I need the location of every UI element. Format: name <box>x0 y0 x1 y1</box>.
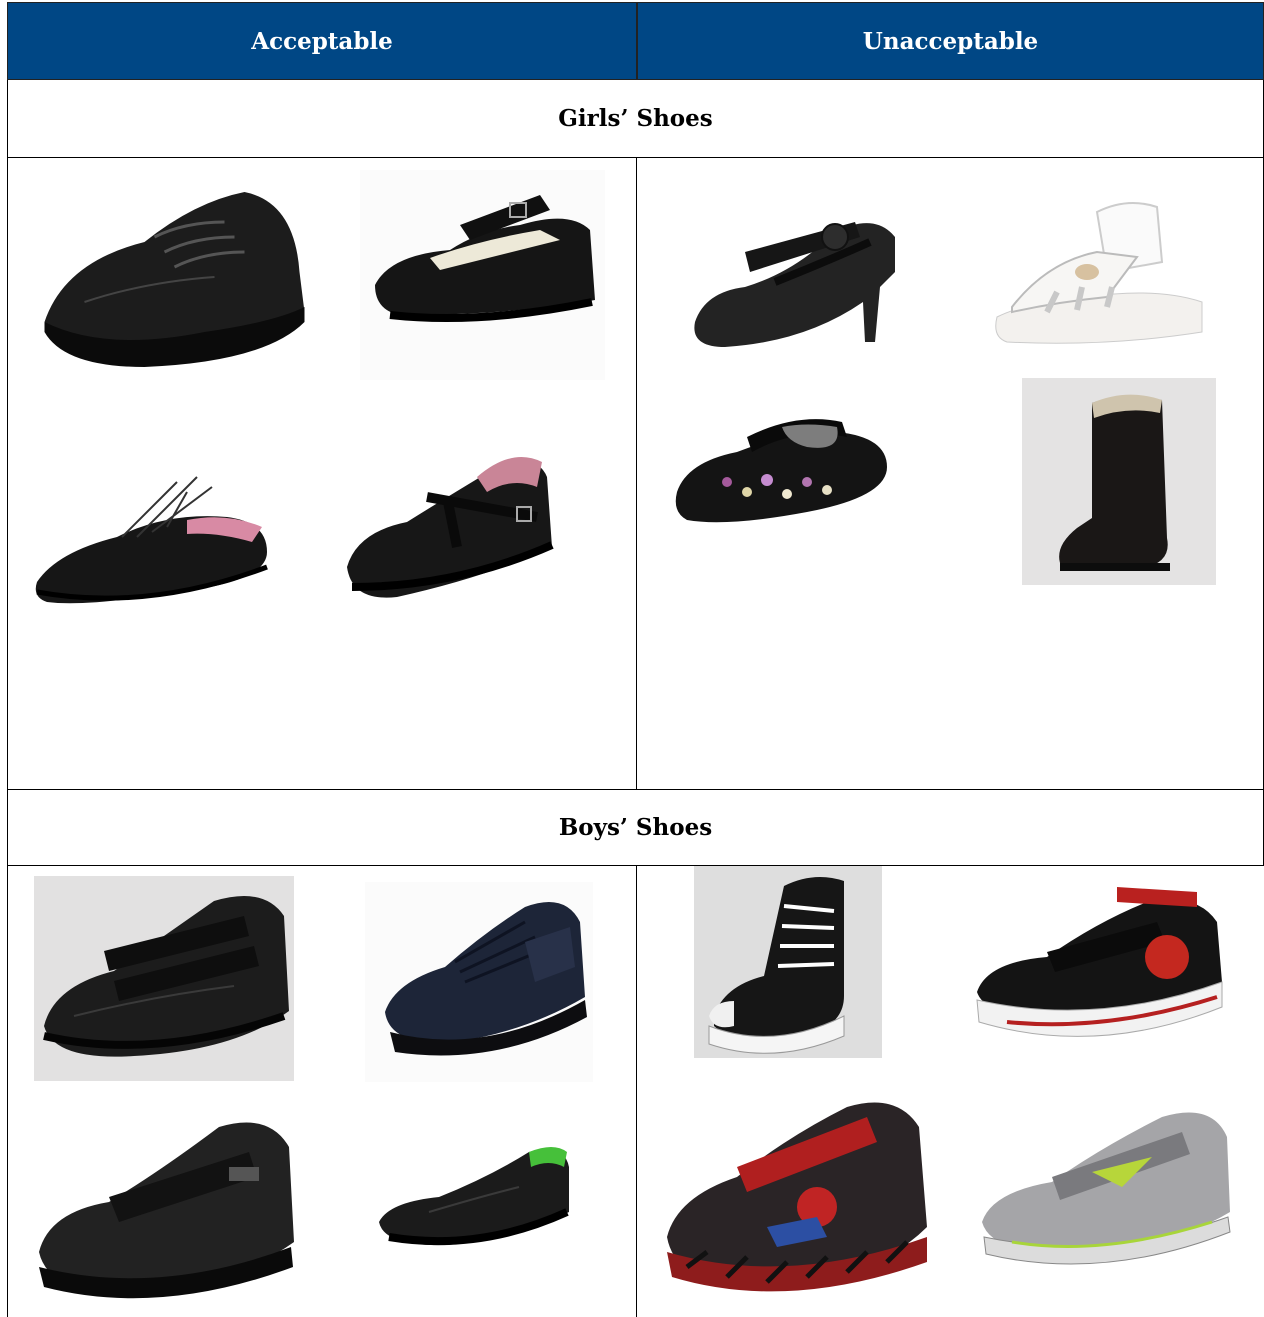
table-left-border <box>7 866 8 1317</box>
boys-acceptable-shoe-4-image <box>369 1127 574 1267</box>
boys-acceptable-shoe-1-image <box>34 876 294 1081</box>
boys-unacceptable-shoe-3-image <box>657 1077 937 1307</box>
girls-acceptable-shoe-1-image <box>22 182 327 382</box>
girls-acceptable-shoe-4-image <box>337 437 557 612</box>
unacceptable-header: Unacceptable <box>637 2 1264 80</box>
column-divider <box>636 158 637 790</box>
boys-unacceptable-shoe-1-image <box>694 866 882 1058</box>
column-divider <box>636 866 637 1317</box>
boys-unacceptable-shoe-4-image <box>972 1092 1237 1282</box>
girls-unacceptable-shoe-2-image <box>987 192 1212 362</box>
boys-acceptable-shoe-3-image <box>29 1102 304 1312</box>
girls-unacceptable-shoe-3-image <box>667 402 897 532</box>
girls-unacceptable-shoe-1-image <box>685 192 907 357</box>
boys-acceptable-shoe-2-image <box>365 882 593 1082</box>
boys-unacceptable-shoe-2-image <box>967 882 1232 1057</box>
shoe-policy-table: Acceptable Unacceptable Girls’ Shoes Boy… <box>7 2 1264 1317</box>
girls-acceptable-shoe-2-image <box>360 170 605 380</box>
girls-acceptable-shoe-3-image <box>27 442 277 622</box>
acceptable-header: Acceptable <box>7 2 637 80</box>
table-left-border <box>7 158 8 790</box>
girls-unacceptable-shoe-4-image <box>1022 378 1216 585</box>
girls-section-title: Girls’ Shoes <box>7 80 1264 158</box>
boys-section-title: Boys’ Shoes <box>7 790 1264 866</box>
